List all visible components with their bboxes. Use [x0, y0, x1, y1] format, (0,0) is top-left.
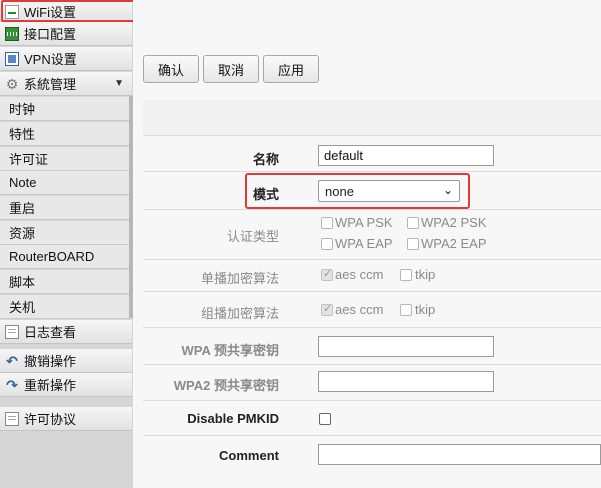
row-divider: [143, 259, 601, 260]
log-icon: [5, 324, 19, 339]
group-cipher-label: 组播加密算法: [200, 306, 279, 321]
sidebar-subitem-label: 关机: [9, 300, 36, 315]
row-divider: [143, 209, 601, 210]
wpa2-eap-checkbox[interactable]: [407, 238, 419, 250]
sidebar-subitem-note[interactable]: Note: [0, 171, 129, 195]
wpa2-psk-label: WPA2 PSK: [421, 215, 487, 230]
sidebar-item-label: 撤销操作: [24, 354, 77, 369]
confirm-button[interactable]: 确认: [143, 55, 199, 83]
group-tkip-checkbox[interactable]: [400, 304, 412, 316]
row-divider: [143, 364, 601, 365]
sidebar-item-label: 系統管理: [24, 77, 77, 92]
chevron-down-icon: ▼: [114, 78, 124, 89]
unicast-aes-ccm-label: aes ccm: [335, 267, 384, 282]
wpa-psk-key-field[interactable]: [318, 336, 494, 357]
wpa2-psk-checkbox[interactable]: [407, 217, 419, 229]
group-aes-ccm-label: aes ccm: [335, 302, 384, 317]
row-divider: [143, 327, 601, 328]
sidebar-subitem-label: 时钟: [9, 102, 36, 117]
row-divider: [143, 171, 601, 172]
sidebar-item-label: 日志查看: [24, 325, 77, 340]
wpa2-eap-label: WPA2 EAP: [421, 236, 487, 251]
sidebar-subitem-shutdown[interactable]: 关机: [0, 295, 129, 319]
interface-icon: [5, 26, 19, 41]
sidebar-subitem-resources[interactable]: 资源: [0, 221, 129, 245]
sidebar-item-system[interactable]: ⚙ 系統管理 ▼: [0, 72, 132, 96]
sidebar-subitem-label: Note: [9, 175, 37, 190]
sidebar-subitem-label: 许可证: [9, 152, 49, 167]
sidebar-item-wifi[interactable]: WiFi设置: [0, 0, 132, 24]
row-divider: [143, 400, 601, 401]
disable-pmkid-label: Disable PMKID: [187, 411, 279, 426]
unicast-aes-ccm-checkbox[interactable]: [321, 267, 333, 281]
sidebar-subitem-license[interactable]: 许可证: [0, 147, 129, 171]
name-field[interactable]: [318, 145, 494, 166]
sidebar-subitem-reboot[interactable]: 重启: [0, 196, 129, 220]
row-divider: [143, 435, 601, 436]
sidebar-subitem-label: 特性: [9, 127, 36, 142]
mode-label: 模式: [252, 187, 279, 202]
gear-icon: ⚙: [5, 75, 19, 92]
sidebar-item-undo[interactable]: ↶ 撤销操作: [0, 349, 132, 373]
wpa-eap-checkbox[interactable]: [321, 238, 333, 250]
sidebar-subitem-label: RouterBOARD: [9, 249, 95, 264]
apply-button[interactable]: 应用: [263, 55, 319, 83]
wifi-icon: [5, 4, 19, 19]
wpa-psk-checkbox[interactable]: [321, 217, 333, 229]
main-panel: 确认 取消 应用 名称 模式 none ⌄ 认证类型 WPA PSK WPA2 …: [133, 0, 601, 488]
comment-label: Comment: [219, 448, 279, 463]
sidebar-subitem-label: 资源: [9, 226, 36, 241]
group-tkip-label: tkip: [415, 302, 436, 317]
wpa2-psk-key-label: WPA2 预共享密钥: [173, 378, 279, 393]
comment-field[interactable]: [318, 444, 601, 465]
sidebar-item-label: VPN设置: [24, 52, 77, 67]
vpn-icon: [5, 51, 19, 66]
cancel-button[interactable]: 取消: [203, 55, 259, 83]
sidebar-subitem-features[interactable]: 特性: [0, 122, 129, 146]
wpa-psk-label: WPA PSK: [335, 215, 393, 230]
sidebar-item-redo[interactable]: ↷ 重新操作: [0, 373, 132, 397]
wpa-psk-key-label: WPA 预共享密钥: [181, 343, 280, 358]
redo-icon: ↷: [6, 376, 18, 393]
disable-pmkid-checkbox[interactable]: [319, 413, 331, 425]
sidebar-item-license-agreement[interactable]: 许可协议: [0, 407, 132, 431]
mode-select[interactable]: none ⌄: [318, 180, 460, 202]
group-aes-ccm-checkbox[interactable]: [321, 302, 333, 316]
sidebar-subitem-scripts[interactable]: 脚本: [0, 270, 129, 294]
chevron-down-icon: ⌄: [442, 183, 453, 197]
undo-icon: ↶: [6, 352, 18, 369]
unicast-cipher-label: 单播加密算法: [200, 271, 279, 286]
sidebar-subitem-label: 脚本: [9, 275, 36, 290]
auth-type-label: 认证类型: [226, 229, 279, 244]
mode-selected-value: none: [325, 183, 354, 199]
sidebar-subitem-routerboard[interactable]: RouterBOARD: [0, 245, 129, 269]
wpa-eap-label: WPA EAP: [335, 236, 393, 251]
sidebar-item-vpn[interactable]: VPN设置: [0, 47, 132, 71]
sidebar-item-label: 许可协议: [24, 412, 77, 427]
form-header-band: [143, 100, 601, 136]
sidebar-item-label: WiFi设置: [24, 5, 76, 20]
sidebar-item-interfaces[interactable]: 接口配置: [0, 22, 132, 46]
row-divider: [143, 291, 601, 292]
sidebar: WiFi设置 接口配置 VPN设置 ⚙ 系統管理 ▼ 时钟 特性 许可证 Not…: [0, 0, 145, 488]
sidebar-item-log[interactable]: 日志查看: [0, 320, 132, 344]
sidebar-subitem-clock[interactable]: 时钟: [0, 97, 129, 121]
unicast-tkip-checkbox[interactable]: [400, 269, 412, 281]
sidebar-item-label: 接口配置: [24, 27, 77, 42]
unicast-tkip-label: tkip: [415, 267, 436, 282]
wpa2-psk-key-field[interactable]: [318, 371, 494, 392]
sidebar-subitem-label: 重启: [9, 201, 36, 216]
name-label: 名称: [252, 152, 279, 167]
license-icon: [5, 411, 19, 426]
sidebar-item-label: 重新操作: [24, 378, 77, 393]
